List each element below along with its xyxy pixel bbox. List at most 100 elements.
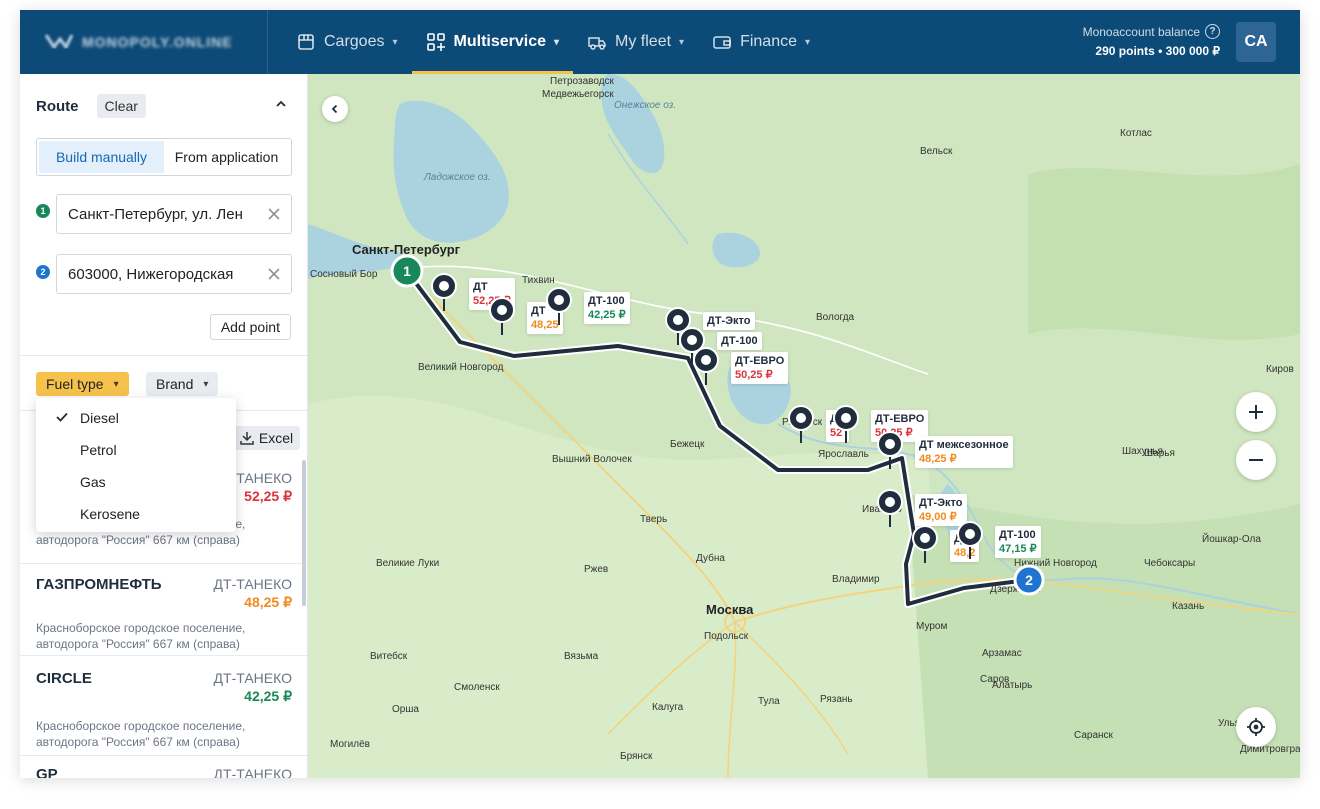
zoom-in-button[interactable] <box>1236 392 1276 432</box>
city-label: Тверь <box>640 514 668 525</box>
chevron-down-icon: ▾ <box>392 36 398 48</box>
station-address: Красноборское городское поселение, автод… <box>36 719 246 749</box>
fuel-station-pin-icon[interactable] <box>911 524 939 564</box>
tab-build-manually[interactable]: Build manually <box>39 141 164 173</box>
fuel-station-pin-icon[interactable] <box>430 272 458 312</box>
fuel-name: ДТ-100 <box>588 295 625 307</box>
fuel-station-pin-icon[interactable] <box>876 488 904 528</box>
station-fuel: ДТ-ТАНЕКО <box>213 766 292 778</box>
route-point-1-input[interactable]: Санкт-Петербург, ул. Лен <box>56 194 292 234</box>
chevron-down-icon: ▾ <box>805 36 811 48</box>
fuel-option-kerosene[interactable]: Kerosene <box>36 498 236 530</box>
collapse-sidebar-button[interactable] <box>322 96 348 122</box>
fuel-name: ДТ-100 <box>721 335 758 347</box>
city-label: Владимир <box>832 574 880 585</box>
route-start-marker[interactable]: 1 <box>390 254 424 288</box>
city-label: Йошкар-Ола <box>1202 534 1261 545</box>
city-label: Киров <box>1266 364 1294 375</box>
zoom-out-button[interactable] <box>1236 440 1276 480</box>
check-icon <box>56 412 68 422</box>
logo[interactable]: MONOPOLY.ONLINE <box>20 10 268 74</box>
fuel-station-pin-icon[interactable] <box>956 520 984 560</box>
route-header: Route Clear <box>36 94 146 118</box>
station-list-item[interactable]: CIRCLE ДТ-ТАНЕКО 42,25 ₽ Красноборское г… <box>20 656 307 756</box>
chevron-down-icon: ▾ <box>554 36 560 48</box>
station-list-item[interactable]: ГАЗПРОМНЕФТЬ ДТ-ТАНЕКО 48,25 ₽ Краснобор… <box>20 564 307 656</box>
fuel-option-gas[interactable]: Gas <box>36 466 236 498</box>
route-map[interactable]: Петрозаводск Медвежьегорск Онежское оз. Кот… <box>308 74 1300 778</box>
balance-label: Monoaccount balance <box>1082 24 1200 39</box>
top-navigation-bar: MONOPOLY.ONLINE Cargoes ▾ Multiservice ▾… <box>20 10 1300 74</box>
fuel-option-diesel[interactable]: Diesel <box>36 402 236 434</box>
add-point-button[interactable]: Add point <box>209 314 291 340</box>
close-icon[interactable] <box>267 207 281 221</box>
fuel-name: ДТ-ЕВРО <box>735 355 785 367</box>
route-point-2-input[interactable]: 603000, Нижегородская <box>56 254 292 294</box>
city-label: Могилёв <box>330 739 370 750</box>
city-label: Рязань <box>820 694 853 705</box>
option-label: Kerosene <box>80 506 140 522</box>
account-balance: Monoaccount balance ? 290 points • 300 0… <box>1083 24 1220 58</box>
scrollbar[interactable] <box>302 460 306 606</box>
route-end-marker[interactable]: 2 <box>1012 563 1046 597</box>
nav-item-multiservice[interactable]: Multiservice ▾ <box>411 10 574 74</box>
city-label: Арзамас <box>982 648 1022 659</box>
brand-filter[interactable]: Brand ▾ <box>146 372 219 396</box>
fuel-option-petrol[interactable]: Petrol <box>36 434 236 466</box>
fuel-station-pin-icon[interactable] <box>488 296 516 336</box>
city-label: Дубна <box>696 553 725 564</box>
minus-icon <box>1249 459 1263 461</box>
filter-label: Brand <box>156 376 194 392</box>
fuel-station-pin-icon[interactable] <box>545 286 573 326</box>
city-label: Бежецк <box>670 439 705 450</box>
locate-me-button[interactable] <box>1236 707 1276 747</box>
tab-from-application[interactable]: From application <box>164 141 289 173</box>
station-brand: GP <box>36 766 58 778</box>
point-2-badge: 2 <box>36 265 50 279</box>
option-label: Gas <box>80 474 106 490</box>
station-price: 52,25 ₽ <box>244 488 292 504</box>
city-label: Онежское оз. <box>614 100 677 111</box>
fuel-price: 50,25 ₽ <box>735 369 773 381</box>
station-price: 42,25 ₽ <box>244 688 292 704</box>
fuel-station-label[interactable]: ДТ-100 47,15 ₽ <box>995 526 1041 558</box>
fuel-name: ДТ межсезонное <box>919 439 1009 451</box>
fuel-station-pin-icon[interactable] <box>692 346 720 386</box>
fuel-station-pin-icon[interactable] <box>876 430 904 470</box>
chevron-down-icon: ▾ <box>679 36 685 48</box>
fuel-type-filter[interactable]: Fuel type ▾ <box>36 372 129 396</box>
nav-label: My fleet <box>615 33 672 50</box>
chevron-up-icon[interactable] <box>275 98 287 110</box>
excel-export-button[interactable]: Excel <box>232 426 300 450</box>
fuel-station-label[interactable]: ДТ-100 <box>717 332 762 350</box>
city-label: Тихвин <box>522 275 555 286</box>
download-icon <box>240 432 254 445</box>
nav-item-cargoes[interactable]: Cargoes ▾ <box>282 10 412 74</box>
fuel-station-label[interactable]: ДТ-100 42,25 ₽ <box>584 292 630 324</box>
point-value: 603000, Нижегородская <box>68 265 234 283</box>
station-list-item[interactable]: GP ДТ-ТАНЕКО <box>20 756 307 778</box>
city-label: Казань <box>1172 601 1205 612</box>
station-brand: CIRCLE <box>36 670 92 687</box>
fuel-station-label[interactable]: ДТ-ЕВРО 50,25 ₽ <box>731 352 789 384</box>
grid-plus-icon <box>426 33 445 51</box>
nav-item-my-fleet[interactable]: My fleet ▾ <box>573 10 698 74</box>
close-icon[interactable] <box>267 267 281 281</box>
fuel-station-pin-icon[interactable] <box>787 404 815 444</box>
avatar[interactable]: CA <box>1236 22 1276 62</box>
fuel-station-label[interactable]: ДТ межсезонное 48,25 ₽ <box>915 436 1013 468</box>
fuel-station-pin-icon[interactable] <box>832 404 860 444</box>
route-mode-switch: Build manually From application <box>36 138 292 176</box>
fuel-price: 47,15 ₽ <box>999 543 1037 555</box>
city-label: Витебск <box>370 651 408 662</box>
nav-item-finance[interactable]: Finance ▾ <box>698 10 824 74</box>
filter-label: Fuel type <box>46 376 104 392</box>
station-fuel: ДТ-ТАНЕКО <box>213 670 292 686</box>
help-icon[interactable]: ? <box>1205 24 1220 39</box>
city-label: Петрозаводск <box>550 76 614 87</box>
clear-button[interactable]: Clear <box>96 94 146 118</box>
route-sidebar: Route Clear Build manually From applicat… <box>20 74 308 778</box>
city-label: Смоленск <box>454 682 500 693</box>
city-label: Ладожское оз. <box>424 172 491 183</box>
fuel-station-label[interactable]: ДТ-Экто <box>703 312 755 330</box>
